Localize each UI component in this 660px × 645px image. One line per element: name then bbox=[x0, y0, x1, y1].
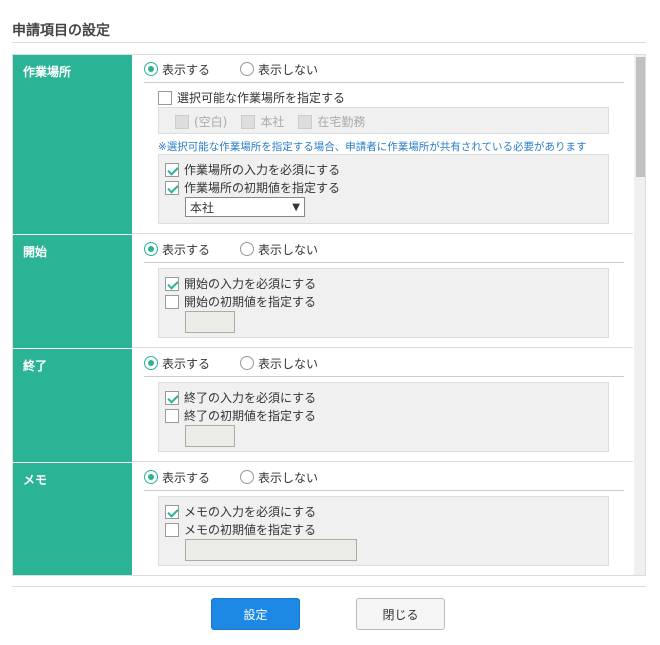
required-option[interactable]: 開始の入力を必須にする bbox=[165, 275, 316, 292]
default-option[interactable]: メモの初期値を指定する bbox=[165, 521, 316, 538]
visibility-radio-group: 表示する 表示しない bbox=[144, 241, 348, 257]
chevron-down-icon: ▼ bbox=[292, 201, 300, 213]
default-label: 作業場所の初期値を指定する bbox=[184, 181, 341, 195]
default-checkbox[interactable] bbox=[165, 180, 179, 195]
location-note: ※選択可能な作業場所を指定する場合、申請者に作業場所が共有されている必要がありま… bbox=[158, 141, 587, 153]
scrollbar-thumb[interactable] bbox=[636, 57, 645, 177]
radio-show[interactable] bbox=[144, 470, 158, 484]
visibility-radio-group: 表示する 表示しない bbox=[144, 61, 348, 77]
option-blank-label: (空白) bbox=[194, 115, 228, 129]
radio-show-label: 表示する bbox=[162, 356, 211, 371]
radio-show[interactable] bbox=[144, 356, 158, 370]
divider bbox=[144, 82, 624, 83]
default-label: 開始の初期値を指定する bbox=[184, 295, 317, 309]
option-honsha-label: 本社 bbox=[260, 115, 285, 129]
location-options-box: (空白) 本社 在宅勤務 bbox=[158, 107, 609, 134]
page-title: 申請項目の設定 bbox=[12, 23, 110, 39]
radio-hide-label: 表示しない bbox=[258, 356, 319, 371]
radio-hide[interactable] bbox=[240, 356, 255, 370]
required-option[interactable]: メモの入力を必須にする bbox=[165, 503, 316, 520]
visibility-radio-group: 表示する 表示しない bbox=[144, 469, 348, 485]
default-label: メモの初期値を指定する bbox=[184, 523, 317, 537]
required-checkbox[interactable] bbox=[165, 162, 179, 177]
required-label: 開始の入力を必須にする bbox=[184, 277, 317, 291]
divider bbox=[144, 376, 624, 377]
default-memo-input[interactable] bbox=[185, 539, 357, 561]
divider bbox=[144, 262, 624, 263]
default-location-value: 本社 bbox=[190, 200, 215, 215]
memo-settings-box: メモの入力を必須にする メモの初期値を指定する bbox=[158, 496, 609, 566]
radio-show-label: 表示する bbox=[162, 242, 211, 257]
title-divider bbox=[12, 42, 646, 43]
row-start: 開始 表示する 表示しない 開始の入力を必須にする 開始の初期値を指定する bbox=[13, 235, 633, 348]
location-options: (空白) 本社 在宅勤務 bbox=[175, 113, 379, 130]
visibility-radio-group: 表示する 表示しない bbox=[144, 355, 348, 371]
settings-panel: 作業場所 表示する 表示しない 選択可能な作業場所を指定する (空白) 本社 在… bbox=[12, 54, 646, 576]
required-label: メモの入力を必須にする bbox=[184, 505, 317, 519]
required-label: 作業場所の入力を必須にする bbox=[184, 163, 341, 177]
default-location-select[interactable]: 本社 ▼ bbox=[185, 197, 305, 217]
radio-hide[interactable] bbox=[240, 470, 255, 484]
row-memo: メモ 表示する 表示しない メモの入力を必須にする メモの初期値を指定する bbox=[13, 463, 633, 575]
required-option[interactable]: 作業場所の入力を必須にする bbox=[165, 161, 340, 178]
radio-show-label: 表示する bbox=[162, 470, 211, 485]
default-checkbox[interactable] bbox=[165, 408, 179, 423]
default-option[interactable]: 作業場所の初期値を指定する bbox=[165, 179, 340, 196]
option-honsha-checkbox bbox=[241, 114, 256, 129]
location-settings-box: 作業場所の入力を必須にする 作業場所の初期値を指定する 本社 ▼ bbox=[158, 154, 609, 224]
row-label-start: 開始 bbox=[13, 235, 132, 348]
end-settings-box: 終了の入力を必須にする 終了の初期値を指定する bbox=[158, 382, 609, 452]
required-option[interactable]: 終了の入力を必須にする bbox=[165, 389, 316, 406]
radio-show-label: 表示する bbox=[162, 62, 211, 77]
row-body-work-location: 表示する 表示しない 選択可能な作業場所を指定する (空白) 本社 在宅勤務 ※… bbox=[132, 55, 633, 234]
required-checkbox[interactable] bbox=[165, 276, 179, 291]
row-body-start: 表示する 表示しない 開始の入力を必須にする 開始の初期値を指定する bbox=[132, 235, 633, 348]
row-label-work-location: 作業場所 bbox=[13, 55, 132, 234]
divider bbox=[144, 490, 624, 491]
specify-locations-checkbox[interactable] bbox=[158, 90, 172, 105]
row-body-end: 表示する 表示しない 終了の入力を必須にする 終了の初期値を指定する bbox=[132, 349, 633, 462]
radio-show[interactable] bbox=[144, 62, 158, 76]
default-option[interactable]: 終了の初期値を指定する bbox=[165, 407, 316, 424]
radio-hide-label: 表示しない bbox=[258, 242, 319, 257]
radio-hide[interactable] bbox=[240, 242, 255, 256]
radio-hide-label: 表示しない bbox=[258, 62, 319, 77]
row-label-memo: メモ bbox=[13, 463, 132, 575]
default-option[interactable]: 開始の初期値を指定する bbox=[165, 293, 316, 310]
default-end-input[interactable] bbox=[185, 425, 235, 447]
row-end: 終了 表示する 表示しない 終了の入力を必須にする 終了の初期値を指定する bbox=[13, 349, 633, 462]
option-blank-checkbox bbox=[175, 114, 189, 129]
footer-divider bbox=[12, 586, 646, 587]
specify-locations-label: 選択可能な作業場所を指定する bbox=[177, 91, 346, 105]
row-label-end: 終了 bbox=[13, 349, 132, 462]
option-remote-label: 在宅勤務 bbox=[317, 115, 366, 129]
save-button[interactable]: 設定 bbox=[211, 598, 300, 630]
option-remote-checkbox bbox=[298, 114, 313, 129]
default-start-input[interactable] bbox=[185, 311, 235, 333]
row-work-location: 作業場所 表示する 表示しない 選択可能な作業場所を指定する (空白) 本社 在… bbox=[13, 55, 633, 234]
default-checkbox[interactable] bbox=[165, 294, 179, 309]
radio-show[interactable] bbox=[144, 242, 158, 256]
required-checkbox[interactable] bbox=[165, 504, 179, 519]
radio-hide[interactable] bbox=[240, 62, 255, 76]
default-checkbox[interactable] bbox=[165, 522, 179, 537]
specify-locations-option[interactable]: 選択可能な作業場所を指定する bbox=[158, 89, 345, 106]
row-body-memo: 表示する 表示しない メモの入力を必須にする メモの初期値を指定する bbox=[132, 463, 633, 575]
default-label: 終了の初期値を指定する bbox=[184, 409, 317, 423]
required-label: 終了の入力を必須にする bbox=[184, 391, 317, 405]
required-checkbox[interactable] bbox=[165, 390, 179, 405]
radio-hide-label: 表示しない bbox=[258, 470, 319, 485]
start-settings-box: 開始の入力を必須にする 開始の初期値を指定する bbox=[158, 268, 609, 338]
close-button[interactable]: 閉じる bbox=[356, 598, 445, 630]
